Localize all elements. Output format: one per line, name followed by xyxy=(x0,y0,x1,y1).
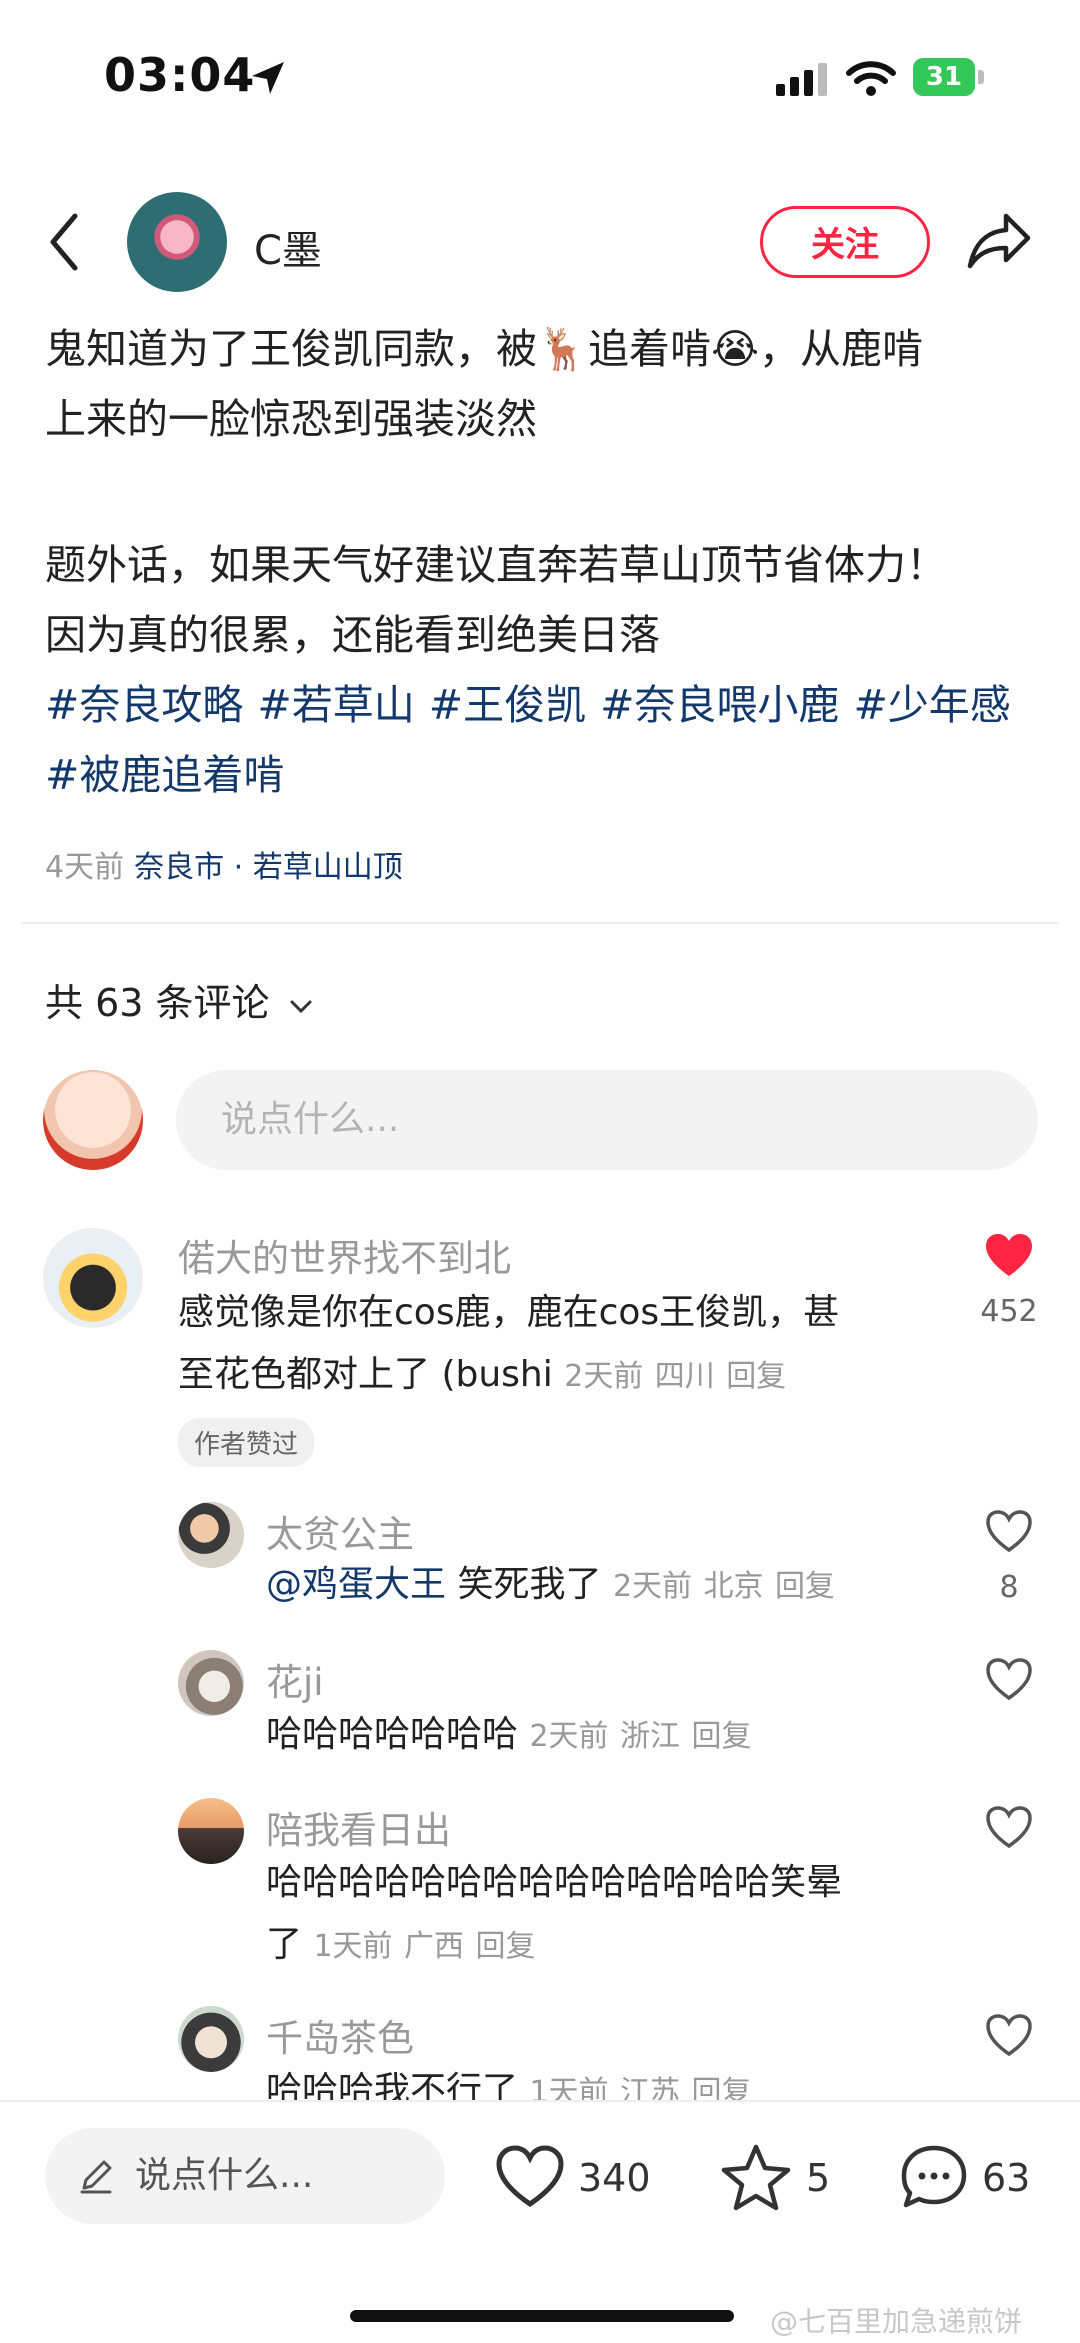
status-time: 03:04 xyxy=(104,48,256,102)
author-avatar[interactable] xyxy=(127,192,227,292)
post-tags: #奈良攻略 #若草山 #王俊凯 #奈良喂小鹿 #少年感 #被鹿追着啃 xyxy=(45,670,1045,810)
comment-username[interactable]: 陪我看日出 xyxy=(266,1800,451,1854)
post-line-2: 上来的一脸惊恐到强装淡然 xyxy=(45,395,537,443)
author-name[interactable]: C墨 xyxy=(254,218,322,276)
commenter-avatar[interactable] xyxy=(178,2006,244,2072)
comment-text: 笑死我了 xyxy=(457,1564,602,1605)
comment-text: 哈哈哈哈哈哈哈哈哈哈哈哈哈哈笑晕 xyxy=(266,1862,843,1903)
hashtag-link[interactable]: #被鹿追着啃 xyxy=(45,751,284,799)
comment-region: 广西 xyxy=(404,1929,465,1964)
comment-time: 2天前 xyxy=(564,1359,644,1394)
post-text: 追着啃 xyxy=(588,325,712,373)
comment-like-count: 8 xyxy=(999,1570,1019,1605)
back-icon[interactable] xyxy=(45,210,85,274)
comment-text: 感觉像是你在cos鹿，鹿在cos王俊凯，甚 xyxy=(178,1292,840,1333)
post-text: ，从鹿啃 xyxy=(758,325,923,373)
wifi-icon xyxy=(846,61,896,96)
comment-region: 四川 xyxy=(654,1359,715,1394)
comment-count-dropdown[interactable]: 共 63 条评论 xyxy=(45,972,314,1027)
comment-region: 浙江 xyxy=(620,1719,681,1754)
heart-outline-icon[interactable] xyxy=(984,1508,1034,1554)
deer-emoji-icon: 🦌 xyxy=(537,325,589,373)
comment-text: 至花色都对上了 (bushi xyxy=(178,1354,553,1395)
comment-time: 2天前 xyxy=(612,1569,693,1604)
heart-outline-icon[interactable] xyxy=(984,1804,1034,1850)
commenter-avatar[interactable] xyxy=(178,1502,244,1568)
comment-time: 2天前 xyxy=(529,1719,609,1754)
hashtag-link[interactable]: #若草山 xyxy=(257,681,414,729)
reply-button[interactable]: 回复 xyxy=(691,1719,751,1754)
heart-outline-icon[interactable] xyxy=(984,2012,1034,2058)
commenter-avatar[interactable] xyxy=(43,1228,143,1328)
post-location-link[interactable]: 奈良市 · 若草山山顶 xyxy=(134,850,403,885)
chevron-down-icon xyxy=(290,1000,312,1013)
post-star-count: 5 xyxy=(806,2156,831,2200)
like-heart-icon[interactable] xyxy=(494,2144,566,2210)
follow-button[interactable]: 关注 xyxy=(760,206,930,278)
comment-text-line: 了 1天前 广西 回复 xyxy=(266,1914,966,1978)
commenter-avatar[interactable] xyxy=(178,1650,244,1716)
comment-time: 1天前 xyxy=(313,1929,393,1964)
commenter-avatar[interactable] xyxy=(178,1798,244,1864)
comment-region: 北京 xyxy=(703,1569,764,1604)
my-avatar xyxy=(43,1070,143,1170)
hashtag-link[interactable]: #奈良喂小鹿 xyxy=(600,681,839,729)
comment-text-line: 至花色都对上了 (bushi 2天前 四川 回复 xyxy=(178,1344,938,1408)
hashtag-link[interactable]: #少年感 xyxy=(853,681,1010,729)
comment-text: 哈哈哈哈哈哈哈 xyxy=(266,1714,519,1755)
post-comment-count: 63 xyxy=(982,2156,1031,2200)
comment-text-line: 哈哈哈哈哈哈哈 2天前 浙江 回复 xyxy=(266,1704,966,1768)
comment-username[interactable]: 千岛茶色 xyxy=(266,2008,414,2062)
comment-input[interactable]: 说点什么... xyxy=(176,1070,1038,1170)
comment-count-label: 共 63 条评论 xyxy=(45,981,270,1025)
watermark: @七百里加急递煎饼 xyxy=(770,2305,1023,2338)
comment-username[interactable]: 偌大的世界找不到北 xyxy=(178,1228,511,1282)
location-arrow-icon xyxy=(252,62,284,94)
reply-button[interactable]: 回复 xyxy=(775,1569,835,1604)
comment-bubble-icon[interactable] xyxy=(898,2142,970,2212)
heart-outline-icon[interactable] xyxy=(984,1656,1034,1702)
share-icon[interactable] xyxy=(966,210,1034,272)
crying-face-emoji-icon: 😭 xyxy=(711,325,759,373)
signal-icon xyxy=(776,63,827,96)
heart-filled-icon[interactable] xyxy=(984,1232,1034,1278)
hashtag-link[interactable]: #奈良攻略 xyxy=(45,681,243,729)
reply-button[interactable]: 回复 xyxy=(475,1929,535,1964)
battery-indicator: 31 xyxy=(913,58,975,96)
comment-username[interactable]: 太贫公主 xyxy=(266,1504,414,1558)
reply-button[interactable]: 回复 xyxy=(726,1359,786,1394)
divider xyxy=(22,922,1058,924)
star-icon[interactable] xyxy=(720,2142,792,2212)
post-time: 4天前 xyxy=(45,850,125,885)
post-like-count: 340 xyxy=(578,2156,651,2200)
comment-text-line: @鸡蛋大王 笑死我了 2天前 北京 回复 xyxy=(266,1554,966,1618)
mention-link[interactable]: @鸡蛋大王 xyxy=(266,1564,446,1605)
pencil-icon xyxy=(80,2160,112,2194)
comment-like-count: 452 xyxy=(980,1294,1038,1329)
post-meta: 4天前 奈良市 · 若草山山顶 xyxy=(45,842,403,886)
post-text: 鬼知道为了王俊凯同款，被 xyxy=(45,325,537,373)
home-indicator xyxy=(350,2310,734,2322)
post-line-4: 因为真的很累，还能看到绝美日落 xyxy=(45,611,660,659)
comment-username[interactable]: 花ji xyxy=(266,1652,324,1706)
battery-cap xyxy=(978,70,984,84)
comment-text: 了 xyxy=(266,1924,303,1965)
author-liked-badge: 作者赞过 xyxy=(178,1418,315,1467)
post-line-3: 题外话，如果天气好建议直奔若草山顶节省体力！ xyxy=(45,541,947,589)
hashtag-link[interactable]: #王俊凯 xyxy=(429,681,586,729)
post-line-1: 鬼知道为了王俊凯同款，被🦌追着啃😭，从鹿啃 xyxy=(45,314,1035,384)
